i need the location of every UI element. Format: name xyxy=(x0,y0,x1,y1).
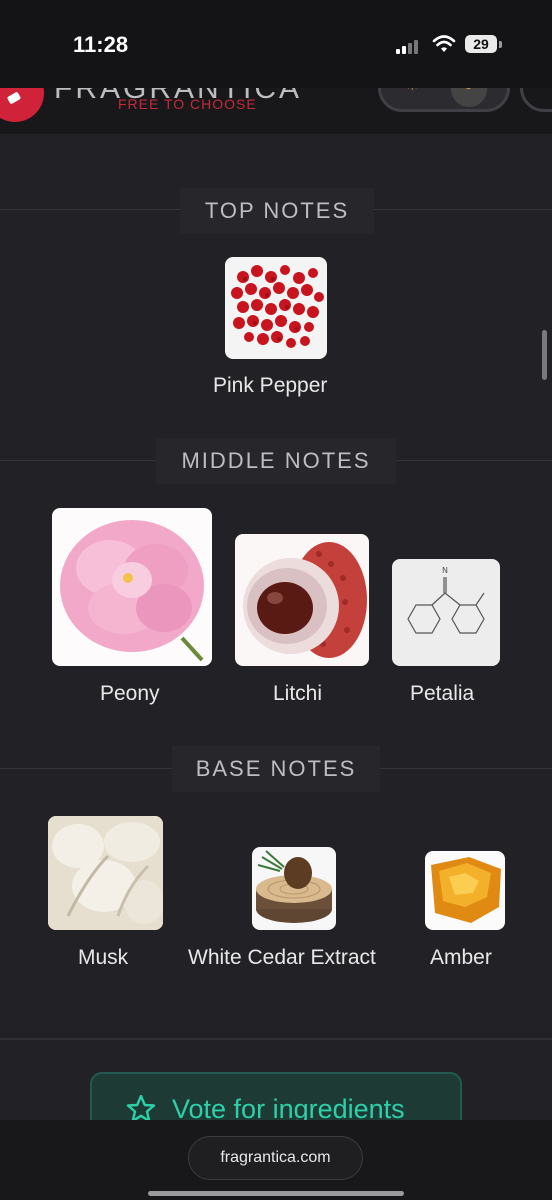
top-notes-heading: TOP NOTES xyxy=(180,188,374,234)
scrollbar-thumb[interactable] xyxy=(542,330,547,380)
header-menu-button[interactable] xyxy=(520,88,552,112)
logo-icon[interactable] xyxy=(0,88,44,122)
moon-icon: ☾ xyxy=(461,88,477,94)
sun-icon: ☀ xyxy=(405,88,419,95)
clock: 11:28 xyxy=(73,32,129,57)
brand-tagline: FREE TO CHOOSE xyxy=(118,96,257,112)
cellular-signal-icon xyxy=(396,38,426,54)
amber-image[interactable] xyxy=(425,851,505,930)
url-bar[interactable]: fragrantica.com xyxy=(188,1136,363,1180)
svg-text:N: N xyxy=(442,566,448,575)
pink-pepper-image[interactable] xyxy=(225,257,327,359)
note-label[interactable]: Litchi xyxy=(273,682,322,706)
site-header: FRAGRANTICA FREE TO CHOOSE ☀ ☾ xyxy=(0,88,552,134)
musk-image[interactable] xyxy=(48,816,163,930)
status-bar: 11:28 29 xyxy=(0,0,552,88)
section-divider xyxy=(0,1038,552,1040)
battery-tip xyxy=(499,41,502,48)
browser-bottom-bar: fragrantica.com xyxy=(0,1120,552,1200)
note-label[interactable]: Amber xyxy=(430,946,492,970)
theme-toggle[interactable]: ☀ ☾ xyxy=(378,88,510,112)
home-indicator[interactable] xyxy=(148,1191,404,1196)
wifi-icon xyxy=(432,35,456,52)
base-notes-heading: BASE NOTES xyxy=(172,746,380,792)
note-label[interactable]: Peony xyxy=(100,682,160,706)
litchi-image[interactable] xyxy=(235,534,369,666)
note-label[interactable]: Pink Pepper xyxy=(213,374,327,398)
note-label[interactable]: White Cedar Extract xyxy=(188,946,376,970)
middle-notes-heading: MIDDLE NOTES xyxy=(156,438,396,484)
note-label[interactable]: Musk xyxy=(78,946,128,970)
battery-indicator: 29 xyxy=(465,35,497,53)
white-cedar-image[interactable] xyxy=(252,847,336,930)
note-label[interactable]: Petalia xyxy=(410,682,474,706)
petalia-molecule-image[interactable]: N xyxy=(392,559,500,666)
peony-image[interactable] xyxy=(52,508,212,666)
